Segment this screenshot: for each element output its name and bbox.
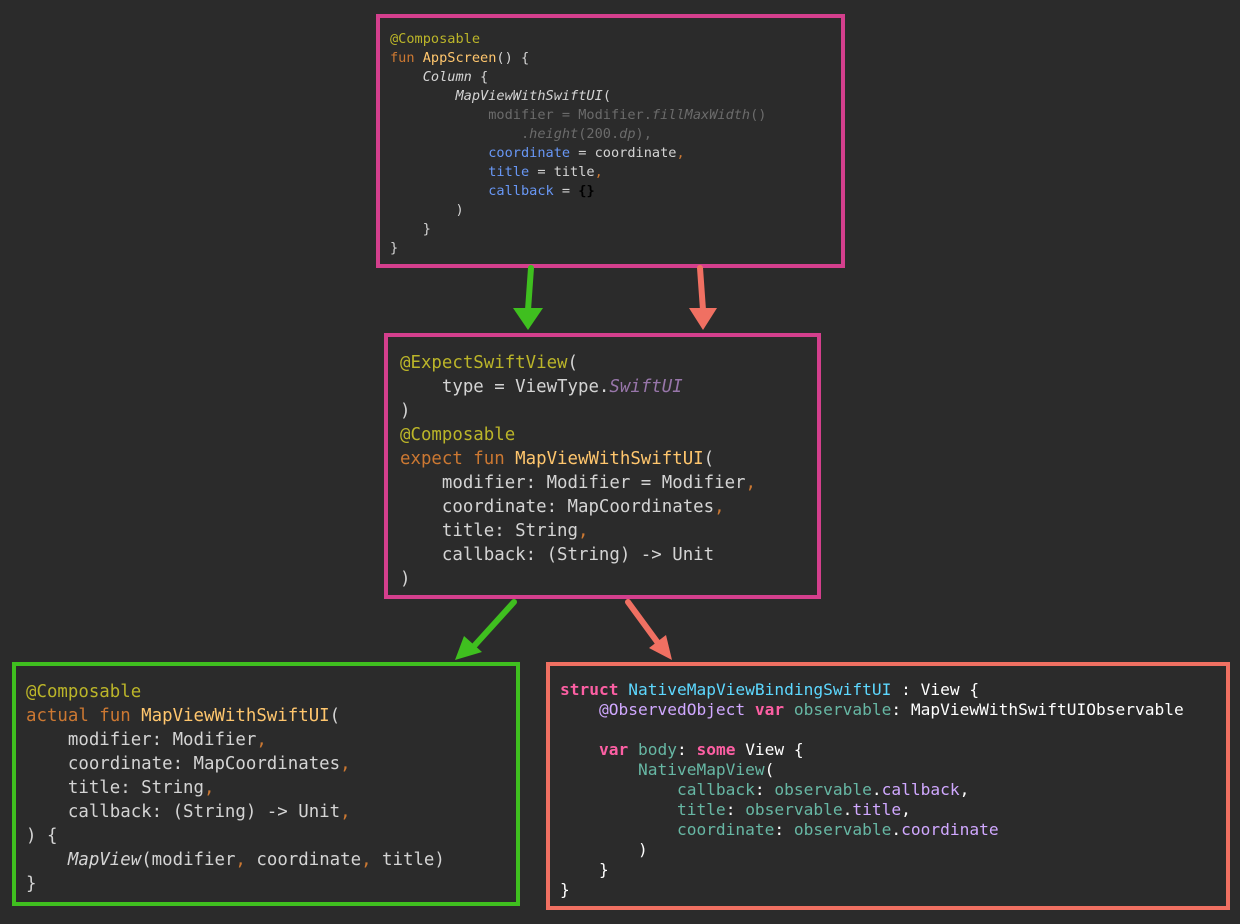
flow-arrows xyxy=(455,265,717,660)
arrow-expect-to-swift-salmon xyxy=(625,599,672,660)
arrow-app-to-expect-salmon xyxy=(689,265,717,330)
arrow-app-to-expect-green xyxy=(513,265,543,330)
arrow-expect-to-actual-green xyxy=(455,599,517,660)
